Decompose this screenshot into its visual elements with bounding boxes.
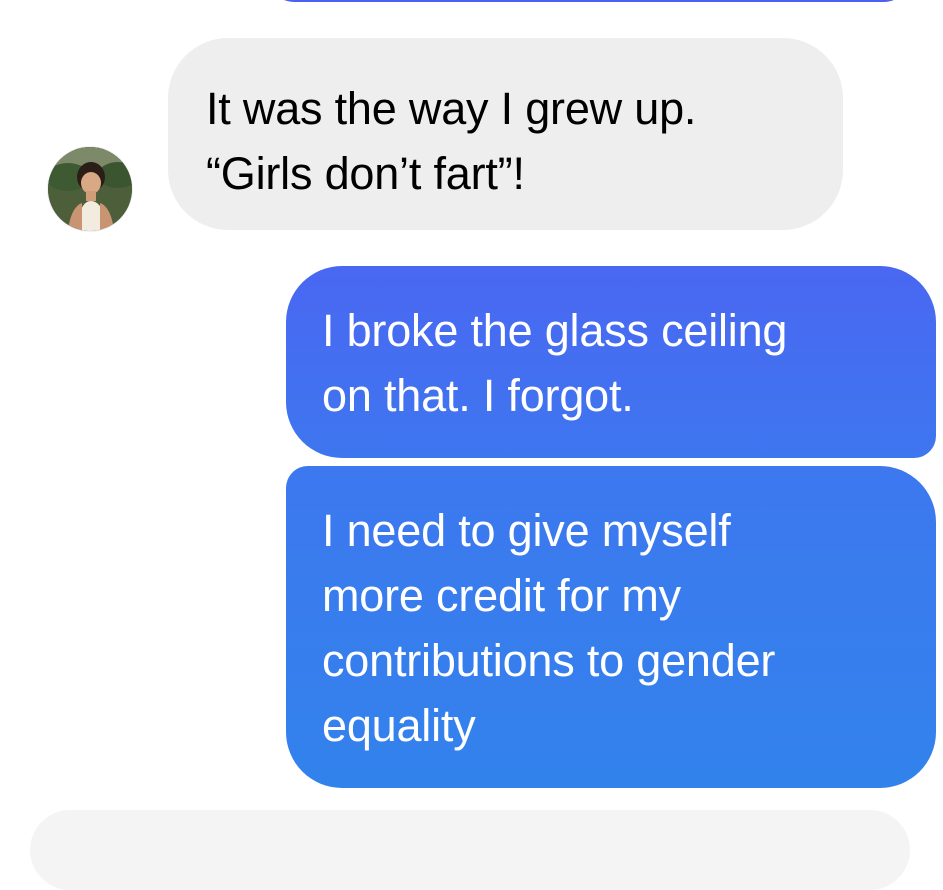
message-thread: It was the way I grew up. “Girls don’t f…	[0, 0, 943, 890]
outgoing-message-bubble[interactable]: I need to give myself more credit for my…	[286, 466, 936, 788]
outgoing-message-bubble-partial[interactable]	[264, 0, 914, 2]
incoming-message-bubble[interactable]: It was the way I grew up. “Girls don’t f…	[168, 38, 843, 230]
incoming-message-bubble-partial[interactable]	[30, 810, 910, 890]
contact-avatar[interactable]	[48, 147, 132, 231]
outgoing-message-bubble[interactable]: I broke the glass ceiling on that. I for…	[286, 266, 936, 458]
avatar-photo-icon	[48, 147, 132, 231]
